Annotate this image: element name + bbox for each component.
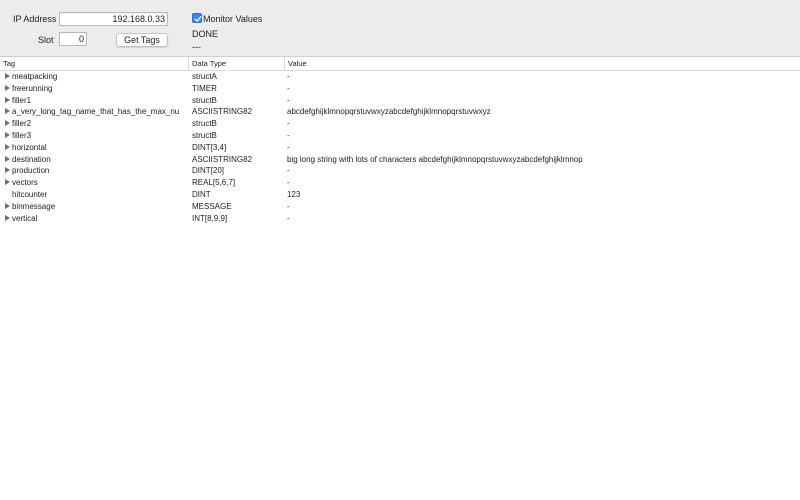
disclosure-triangle-icon[interactable] [5, 214, 10, 221]
column-header-tag[interactable]: Tag [0, 57, 189, 70]
value-cell: - [287, 130, 290, 140]
slot-label: Slot [38, 35, 54, 45]
status-text: DONE [192, 29, 219, 39]
column-header-value[interactable]: Value [285, 57, 800, 70]
slot-input[interactable] [59, 32, 87, 46]
table-row[interactable]: binmessage MESSAGE - [0, 201, 800, 213]
data-type-cell: structB [192, 130, 217, 140]
data-type-cell: REAL[5,6,7] [192, 178, 236, 188]
table-row[interactable]: freerunning TIMER - [0, 83, 800, 95]
value-cell: abcdefghijklmnopqrstuvwxyzabcdefghijklmn… [287, 107, 491, 117]
ip-address-label: IP Address [13, 14, 57, 24]
value-cell: - [287, 72, 290, 81]
data-type-cell: ASCIISTRING82 [192, 154, 253, 164]
disclosure-triangle-icon[interactable] [5, 167, 10, 174]
app-window: IP Address Slot Get Tags Monitor Values … [0, 0, 800, 500]
disclosure-triangle-icon[interactable] [5, 131, 10, 138]
value-cell: - [287, 142, 290, 152]
tag-name-cell: meatpacking [12, 72, 58, 81]
column-header-data-type[interactable]: Data Type [189, 57, 285, 70]
value-cell: big long string with lots of characters … [287, 154, 583, 164]
table-row[interactable]: filler3 structB - [0, 130, 800, 142]
data-type-cell: ASCIISTRING82 [192, 107, 253, 117]
data-type-cell: INT[8,9,9] [192, 213, 228, 223]
disclosure-triangle-icon[interactable] [5, 96, 10, 103]
checkmark-icon [194, 16, 202, 22]
table-row[interactable]: vectors REAL[5,6,7] - [0, 177, 800, 189]
disclosure-triangle-icon[interactable] [5, 155, 10, 162]
monitor-values-label[interactable]: Monitor Values [203, 14, 262, 24]
data-type-cell: structB [192, 95, 217, 105]
disclosure-triangle-icon[interactable] [5, 73, 10, 79]
tag-name-cell: production [12, 166, 50, 176]
table-header: Tag Data Type Value [0, 57, 800, 71]
value-cell: - [287, 83, 290, 93]
tag-name-cell: filler1 [12, 95, 32, 105]
table-row[interactable]: meatpacking structA - [0, 71, 800, 83]
data-type-cell: structA [192, 72, 217, 81]
data-type-cell: structB [192, 119, 217, 129]
tag-name-cell: vertical [12, 213, 38, 223]
data-type-cell: DINT[20] [192, 166, 225, 176]
control-panel: IP Address Slot Get Tags Monitor Values … [0, 0, 800, 57]
table-body: meatpacking structA - freerunning TIMER - fill… [0, 71, 800, 224]
value-cell: - [287, 119, 290, 129]
disclosure-triangle-icon[interactable] [5, 202, 10, 209]
table-row[interactable]: production DINT[20] - [0, 165, 800, 177]
table-row[interactable]: destination ASCIISTRING82 big long string … [0, 154, 800, 166]
tag-name-cell: freerunning [12, 83, 53, 93]
value-cell: - [287, 95, 290, 105]
table-row[interactable]: a_very_long_tag_name_that_has_the_max_nu… [0, 106, 800, 118]
data-type-cell: DINT [192, 189, 211, 199]
tag-name-cell: destination [12, 154, 51, 164]
table-row[interactable]: filler1 structB - [0, 95, 800, 107]
tag-name-cell: vectors [12, 178, 38, 188]
table-row[interactable]: hitcounter DINT 123 [0, 189, 800, 201]
tag-name-cell: filler2 [12, 119, 32, 129]
get-tags-button[interactable]: Get Tags [116, 33, 168, 47]
table-row[interactable]: horizontal DINT[3,4] - [0, 142, 800, 154]
disclosure-triangle-icon[interactable] [5, 143, 10, 150]
value-cell: - [287, 201, 290, 211]
table-row[interactable]: vertical INT[8,9,9] - [0, 213, 800, 225]
disclosure-triangle-icon[interactable] [5, 120, 10, 127]
monitor-values-checkbox[interactable] [192, 13, 202, 23]
data-type-cell: MESSAGE [192, 201, 232, 211]
substatus-text: --- [192, 42, 201, 52]
disclosure-triangle-icon[interactable] [5, 84, 10, 91]
value-cell: - [287, 213, 290, 223]
data-type-cell: TIMER [192, 83, 217, 93]
value-cell: - [287, 166, 290, 176]
tag-name-cell: binmessage [12, 201, 56, 211]
tag-table: Tag Data Type Value meatpacking structA - f… [0, 57, 800, 224]
disclosure-triangle-icon[interactable] [5, 108, 10, 115]
data-type-cell: DINT[3,4] [192, 142, 227, 152]
disclosure-triangle-icon[interactable] [5, 179, 10, 186]
table-row[interactable]: filler2 structB - [0, 118, 800, 130]
ip-address-input[interactable] [59, 12, 168, 26]
tag-name-cell: hitcounter [12, 189, 48, 199]
value-cell: 123 [287, 189, 301, 199]
tag-name-cell: filler3 [12, 130, 32, 140]
tag-name-cell: a_very_long_tag_name_that_has_the_max_nu [12, 107, 180, 117]
value-cell: - [287, 178, 290, 188]
tag-name-cell: horizontal [12, 142, 47, 152]
